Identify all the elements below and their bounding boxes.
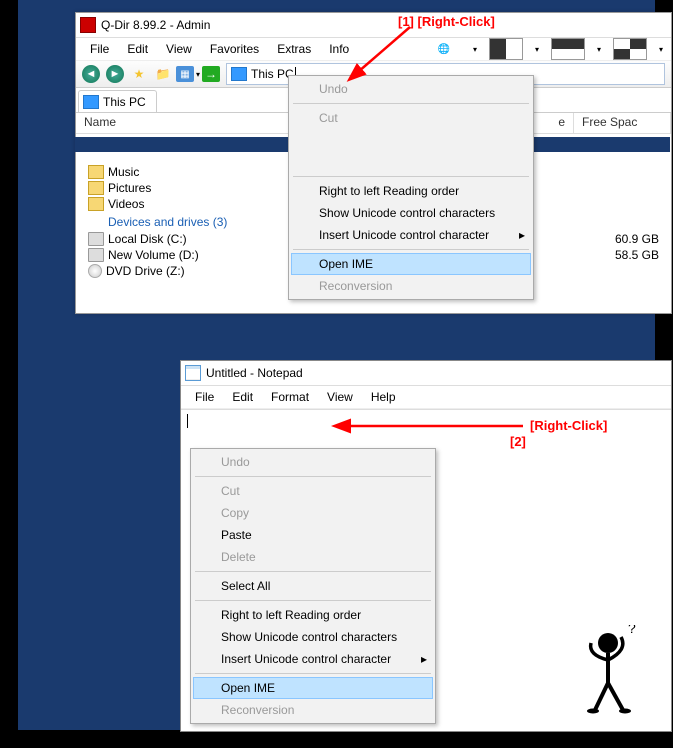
submenu-arrow-icon: ▸	[519, 228, 525, 242]
nav-forward-button[interactable]: ►	[104, 63, 126, 85]
np-menu-format[interactable]: Format	[263, 388, 317, 406]
ctx2-copy[interactable]: Copy	[193, 502, 433, 524]
ctx2-open-ime[interactable]: Open IME	[193, 677, 433, 699]
qdir-title: Q-Dir 8.99.2 - Admin	[101, 18, 210, 32]
np-menu-help[interactable]: Help	[363, 388, 404, 406]
menu-favorites[interactable]: Favorites	[202, 40, 267, 58]
annotation-2-arrow	[338, 418, 528, 437]
ctx2-undo[interactable]: Undo	[193, 451, 433, 473]
np-menu-edit[interactable]: Edit	[224, 388, 261, 406]
notepad-menubar: File Edit Format View Help	[181, 386, 671, 409]
menu-view[interactable]: View	[158, 40, 200, 58]
ctx2-reconversion[interactable]: Reconversion	[193, 699, 433, 721]
menu-edit[interactable]: Edit	[119, 40, 156, 58]
np-menu-file[interactable]: File	[187, 388, 222, 406]
ctx2-insert-unicode[interactable]: Insert Unicode control character▸	[193, 648, 433, 670]
layout-3-icon[interactable]	[613, 38, 647, 60]
favorites-icon[interactable]: ★	[128, 63, 150, 85]
qdir-app-icon	[80, 17, 96, 33]
notepad-titlebar: Untitled - Notepad	[181, 361, 671, 386]
context-menu-2: Undo Cut Copy Paste Delete Select All Ri…	[190, 448, 436, 724]
notepad-app-icon	[185, 365, 201, 381]
ctx2-cut[interactable]: Cut	[193, 480, 433, 502]
ctx2-delete[interactable]: Delete	[193, 546, 433, 568]
text-cursor	[187, 414, 188, 428]
ctx2-rtl[interactable]: Right to left Reading order	[193, 604, 433, 626]
nav-back-button[interactable]: ◄	[80, 63, 102, 85]
ctx-insert-unicode[interactable]: Insert Unicode control character▸	[291, 224, 531, 246]
annotation-2-text: [Right-Click]	[530, 418, 607, 433]
svg-text:?: ?	[628, 625, 636, 636]
tab-this-pc[interactable]: This PC	[78, 90, 157, 112]
folder-icon[interactable]: 📁	[152, 63, 174, 85]
ctx-show-unicode[interactable]: Show Unicode control characters	[291, 202, 531, 224]
ctx-cut[interactable]: Cut	[291, 107, 531, 129]
annotation-1-arrow	[350, 22, 420, 85]
ctx2-show-unicode[interactable]: Show Unicode control characters	[193, 626, 433, 648]
col-free[interactable]: Free Spac	[574, 113, 671, 133]
layout-2-icon[interactable]	[551, 38, 585, 60]
pc-icon	[83, 95, 99, 109]
pc-icon	[231, 67, 247, 81]
notepad-title: Untitled - Notepad	[206, 366, 303, 380]
ctx-reconversion[interactable]: Reconversion	[291, 275, 531, 297]
ctx2-paste[interactable]: Paste	[193, 524, 433, 546]
drive-icon	[88, 232, 104, 246]
stickman-illustration: ?	[573, 625, 643, 718]
menu-extras[interactable]: Extras	[269, 40, 319, 58]
globe-icon[interactable]: 🌐	[427, 38, 461, 60]
ctx-open-ime[interactable]: Open IME	[291, 253, 531, 275]
menu-file[interactable]: File	[82, 40, 117, 58]
ctx-rtl[interactable]: Right to left Reading order	[291, 180, 531, 202]
folder-icon	[88, 197, 104, 211]
annotation-2-number: [2]	[510, 434, 526, 449]
dvd-icon	[88, 264, 102, 278]
ctx2-selectall[interactable]: Select All	[193, 575, 433, 597]
folder-icon	[88, 165, 104, 179]
layout-1-icon[interactable]	[489, 38, 523, 60]
annotation-1: [1] [Right-Click]	[398, 14, 495, 29]
np-menu-view[interactable]: View	[319, 388, 361, 406]
submenu-arrow-icon: ▸	[421, 652, 427, 666]
folder-icon	[88, 181, 104, 195]
context-menu-1: Undo Cut Right to left Reading order Sho…	[288, 75, 534, 300]
go-button[interactable]: →	[202, 66, 220, 82]
drive-icon	[88, 248, 104, 262]
view-mode-icon[interactable]: ▦	[176, 66, 194, 82]
